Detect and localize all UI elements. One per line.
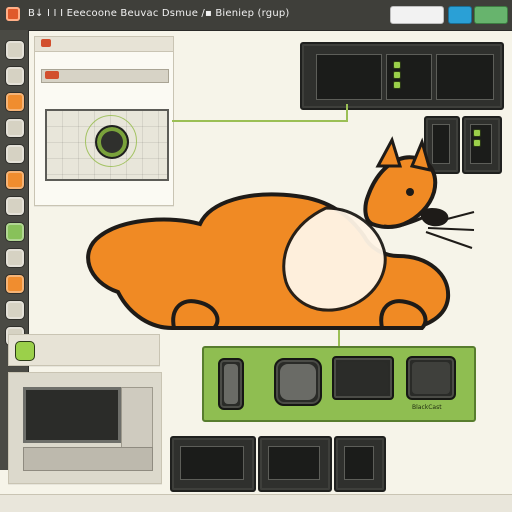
connector-line — [346, 104, 348, 122]
status-bar — [0, 494, 512, 512]
panel-screen — [316, 54, 382, 100]
left-upper-pane-header — [35, 37, 173, 52]
tool-icon[interactable] — [5, 300, 25, 320]
cat-body — [86, 136, 475, 330]
status-led — [394, 72, 400, 78]
device-box[interactable] — [406, 356, 456, 400]
tool-icon[interactable] — [5, 196, 25, 216]
panel-screen — [436, 54, 494, 100]
main-screen: B↓ Ⅰ Ⅰ Ⅰ Eeecoone Beuvac Dsmue /▪ Bienie… — [0, 0, 512, 512]
red-accent-icon — [41, 39, 51, 47]
top-bar: B↓ Ⅰ Ⅰ Ⅰ Eeecoone Beuvac Dsmue /▪ Bienie… — [0, 0, 512, 31]
device-face — [224, 364, 238, 404]
tool-icon[interactable] — [5, 144, 25, 164]
bottom-module — [334, 436, 386, 492]
highlight-row[interactable] — [41, 69, 169, 83]
highlight-row-icon — [45, 71, 59, 79]
app-icon[interactable] — [6, 7, 20, 21]
console-controls — [121, 387, 153, 449]
device-strip: BlackCast — [202, 346, 476, 422]
topbar-button[interactable] — [448, 6, 472, 24]
tool-icon[interactable] — [5, 222, 25, 242]
device-phone[interactable] — [218, 358, 244, 410]
topbar-button[interactable] — [474, 6, 508, 24]
device-face — [412, 362, 450, 394]
panel-screen — [386, 54, 432, 100]
right-top-device-panel — [300, 42, 504, 110]
tool-icon[interactable] — [5, 248, 25, 268]
window-title: B↓ Ⅰ Ⅰ Ⅰ Eeecoone Beuvac Dsmue /▪ Bienie… — [28, 8, 290, 19]
device-face — [280, 364, 316, 400]
strip-right-caption: BlackCast — [412, 404, 442, 411]
device-monitor[interactable] — [332, 356, 394, 400]
console-screen — [23, 387, 121, 443]
connector-line — [172, 120, 348, 122]
tool-icon[interactable] — [5, 170, 25, 190]
module-screen — [180, 446, 244, 480]
module-screen — [268, 446, 320, 480]
tool-icon[interactable] — [5, 274, 25, 294]
device-lock[interactable] — [274, 358, 322, 406]
bottom-module — [170, 436, 256, 492]
status-led — [394, 82, 400, 88]
tool-icon[interactable] — [5, 40, 25, 60]
card-icon — [15, 341, 35, 361]
bottom-module — [258, 436, 332, 492]
status-led — [394, 62, 400, 68]
tool-icon[interactable] — [5, 66, 25, 86]
bottom-left-card[interactable] — [8, 334, 160, 366]
bottom-left-console — [8, 372, 162, 484]
module-screen — [344, 446, 374, 480]
cat-illustration — [86, 136, 475, 330]
tool-icon[interactable] — [5, 118, 25, 138]
tool-icon[interactable] — [5, 92, 25, 112]
topbar-button[interactable] — [390, 6, 444, 24]
device-face — [338, 362, 388, 394]
console-buttons — [23, 447, 153, 471]
